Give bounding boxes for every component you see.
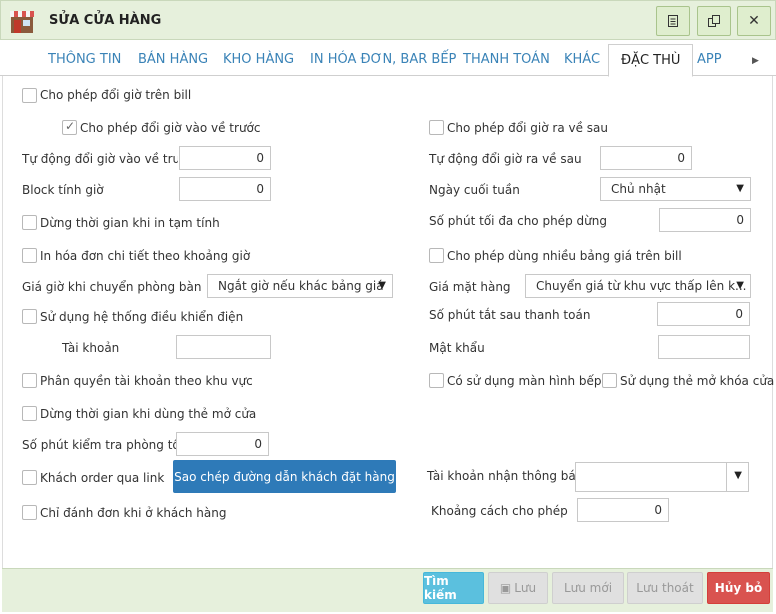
save-button-label: Lưu [514, 581, 537, 595]
stop-time-door-card-label: Dừng thời gian khi dùng thẻ mở cửa [40, 407, 257, 421]
chevron-down-icon: ▼ [734, 470, 742, 481]
save-exit-button-label: Lưu thoát [636, 581, 694, 595]
allow-change-time-label: Cho phép đổi giờ trên bill [40, 88, 192, 102]
tab-thong-tin[interactable]: THÔNG TIN [48, 52, 121, 67]
print-detail-by-time-label: In hóa đơn chi tiết theo khoảng giờ [40, 249, 251, 263]
price-on-room-change-label: Giá giờ khi chuyển phòng bàn [22, 280, 202, 294]
use-door-card-label: Sử dụng thẻ mở khóa cửa [620, 374, 775, 388]
only-order-at-customer-label: Chỉ đánh đơn khi ở khách hàng [40, 506, 227, 520]
account-label: Tài khoản [62, 341, 120, 355]
item-price-value: Chuyển giá từ khu vực thấp lên k... [536, 279, 747, 293]
off-minutes-after-pay-label: Số phút tắt sau thanh toán [429, 308, 591, 322]
cancel-button-label: Hủy bỏ [714, 581, 763, 595]
block-time-label: Block tính giờ [22, 183, 104, 197]
auto-change-in-earlier-input[interactable]: 0 [179, 146, 271, 170]
max-room-check-minutes-input[interactable]: 0 [176, 432, 269, 456]
close-button[interactable]: ✕ [737, 6, 771, 36]
max-pause-minutes-label: Số phút tối đa cho phép dừng [429, 214, 607, 228]
close-icon: ✕ [748, 13, 760, 29]
password-label: Mật khẩu [429, 341, 485, 355]
use-electric-control-checkbox[interactable] [22, 309, 37, 324]
permission-by-area-checkbox[interactable] [22, 373, 37, 388]
allow-change-time-checkbox[interactable] [22, 88, 37, 103]
save-new-button[interactable]: Lưu mới [552, 572, 624, 604]
permission-by-area-label: Phân quyền tài khoản theo khu vực [40, 374, 253, 388]
weekend-label: Ngày cuối tuần [429, 183, 520, 197]
allowed-distance-input[interactable]: 0 [577, 498, 669, 522]
chevron-down-icon: ▼ [736, 280, 744, 291]
notify-account-label: Tài khoản nhận thông báo [427, 469, 584, 483]
use-door-card-checkbox[interactable] [602, 373, 617, 388]
save-button[interactable]: ▣ Lưu [488, 572, 548, 604]
document-icon [668, 15, 678, 27]
tab-bar: THÔNG TIN BÁN HÀNG KHO HÀNG IN HÓA ĐƠN, … [0, 40, 776, 77]
allowed-distance-label: Khoảng cách cho phép [431, 504, 568, 518]
only-order-at-customer-checkbox[interactable] [22, 505, 37, 520]
weekend-select[interactable]: Chủ nhật ▼ [600, 177, 751, 201]
tab-app[interactable]: APP [697, 52, 722, 67]
max-room-check-minutes-label: Số phút kiểm tra phòng tối đa [22, 438, 176, 452]
price-on-room-change-value: Ngắt giờ nếu khác bảng giá [218, 279, 384, 293]
floppy-icon: ▣ [499, 581, 512, 595]
search-button-label: Tìm kiếm [424, 574, 457, 602]
use-kitchen-screen-label: Có sử dụng màn hình bếp [447, 374, 602, 388]
allow-change-out-later-checkbox[interactable] [429, 120, 444, 135]
cancel-button[interactable]: Hủy bỏ [707, 572, 770, 604]
account-input[interactable] [176, 335, 271, 359]
auto-change-out-later-input[interactable]: 0 [600, 146, 692, 170]
tab-khac[interactable]: KHÁC [564, 52, 600, 67]
block-time-input[interactable]: 0 [179, 177, 271, 201]
weekend-select-value: Chủ nhật [611, 182, 666, 196]
multi-price-list-label: Cho phép dùng nhiều bảng giá trên bill [447, 249, 682, 263]
store-icon [10, 11, 34, 33]
stop-time-door-card-checkbox[interactable] [22, 406, 37, 421]
tab-thanh-toan[interactable]: THANH TOÁN [463, 52, 550, 67]
allow-change-in-earlier-checkbox[interactable] [62, 119, 77, 135]
search-button[interactable]: Tìm kiếm [423, 572, 484, 604]
password-input[interactable] [658, 335, 750, 359]
save-exit-button[interactable]: Lưu thoát [627, 572, 703, 604]
price-on-room-change-select[interactable]: Ngắt giờ nếu khác bảng giá ▼ [207, 274, 393, 298]
copy-icon [708, 15, 720, 27]
allow-change-out-later-label: Cho phép đổi giờ ra về sau [447, 121, 609, 135]
copy-button[interactable] [697, 6, 731, 36]
tab-dac-thu[interactable]: ĐẶC THÙ [608, 44, 694, 77]
document-button[interactable] [656, 6, 690, 36]
item-price-select[interactable]: Chuyển giá từ khu vực thấp lên k... ▼ [525, 274, 751, 298]
window-title: SỬA CỬA HÀNG [49, 13, 162, 28]
customer-order-link-label: Khách order qua link [40, 471, 165, 485]
copy-order-link-button[interactable]: Sao chép đường dẫn khách đặt hàng [173, 460, 396, 493]
tab-ban-hang[interactable]: BÁN HÀNG [138, 52, 208, 67]
auto-change-out-later-label: Tự động đổi giờ ra về sau [429, 152, 582, 166]
window-titlebar: SỬA CỬA HÀNG ✕ [0, 0, 776, 40]
use-electric-control-label: Sử dụng hệ thống điều khiển điện [40, 310, 244, 324]
stop-time-temp-print-checkbox[interactable] [22, 215, 37, 230]
multi-price-list-checkbox[interactable] [429, 248, 444, 263]
tab-scroll-right-icon[interactable]: ▶ [752, 56, 759, 66]
customer-order-link-checkbox[interactable] [22, 470, 37, 485]
chevron-down-icon: ▼ [378, 280, 386, 291]
print-detail-by-time-checkbox[interactable] [22, 248, 37, 263]
item-price-label: Giá mặt hàng [429, 280, 511, 294]
notify-account-select[interactable]: ▼ [575, 462, 749, 492]
save-new-button-label: Lưu mới [563, 581, 613, 595]
max-pause-minutes-input[interactable]: 0 [659, 208, 751, 232]
chevron-down-icon: ▼ [736, 183, 744, 194]
tab-in-hoa-don[interactable]: IN HÓA ĐƠN, BAR BẾP [310, 52, 456, 67]
off-minutes-after-pay-input[interactable]: 0 [657, 302, 750, 326]
use-kitchen-screen-checkbox[interactable] [429, 373, 444, 388]
stop-time-temp-print-label: Dừng thời gian khi in tạm tính [40, 216, 220, 230]
tab-kho-hang[interactable]: KHO HÀNG [223, 52, 294, 67]
auto-change-in-earlier-label: Tự động đổi giờ vào về trước [22, 152, 178, 166]
allow-change-in-earlier-label: Cho phép đổi giờ vào về trước [80, 121, 261, 135]
